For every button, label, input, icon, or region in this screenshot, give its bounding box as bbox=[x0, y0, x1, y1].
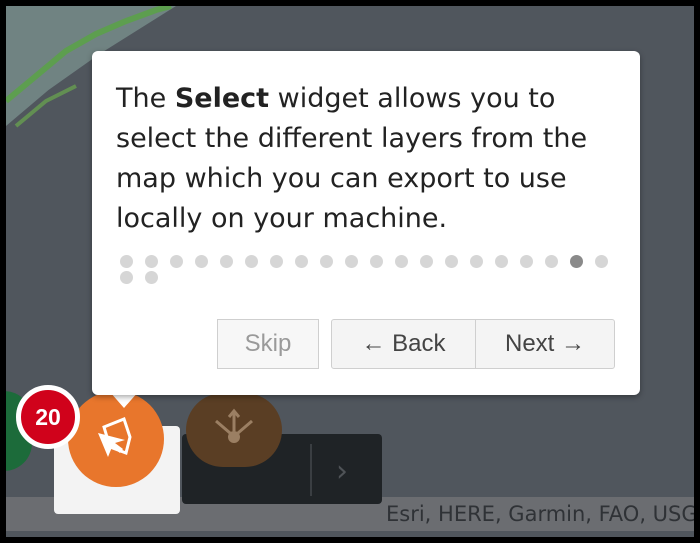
select-layers-icon bbox=[98, 417, 132, 457]
progress-dot bbox=[120, 271, 133, 284]
chevron-right-icon[interactable]: › bbox=[336, 454, 348, 489]
widget-name: Select bbox=[174, 83, 270, 114]
step-number-badge: 20 bbox=[16, 385, 80, 449]
progress-dot bbox=[295, 255, 308, 268]
progress-dot bbox=[270, 255, 283, 268]
progress-dot bbox=[545, 255, 558, 268]
progress-dot bbox=[520, 255, 533, 268]
tour-description: The Select widget allows you to select t… bbox=[116, 83, 588, 234]
progress-dot bbox=[145, 255, 158, 268]
progress-dot bbox=[195, 255, 208, 268]
progress-dot bbox=[420, 255, 433, 268]
progress-dot bbox=[495, 255, 508, 268]
progress-dot bbox=[120, 255, 133, 268]
progress-dot bbox=[595, 255, 608, 268]
progress-dot bbox=[345, 255, 358, 268]
progress-dot bbox=[320, 255, 333, 268]
progress-dot bbox=[245, 255, 258, 268]
tour-progress-dots bbox=[120, 255, 620, 295]
extract-data-icon bbox=[215, 408, 253, 443]
progress-dot bbox=[145, 271, 158, 284]
progress-dot bbox=[445, 255, 458, 268]
map-frame[interactable]: Esri, HERE, Garmin, FAO, USGS, NGA, EPA,… bbox=[6, 6, 694, 537]
progress-dot bbox=[170, 255, 183, 268]
back-button[interactable]: ← Back bbox=[331, 319, 476, 369]
toolbar-divider bbox=[310, 444, 312, 496]
progress-dot bbox=[570, 255, 583, 268]
tour-popover: The Select widget allows you to select t… bbox=[92, 51, 640, 395]
progress-dot bbox=[395, 255, 408, 268]
extract-data-button[interactable] bbox=[186, 393, 282, 467]
next-button[interactable]: Next → bbox=[475, 319, 615, 369]
skip-button[interactable]: Skip bbox=[217, 319, 319, 369]
progress-dot bbox=[220, 255, 233, 268]
progress-dot bbox=[470, 255, 483, 268]
progress-dot bbox=[370, 255, 383, 268]
